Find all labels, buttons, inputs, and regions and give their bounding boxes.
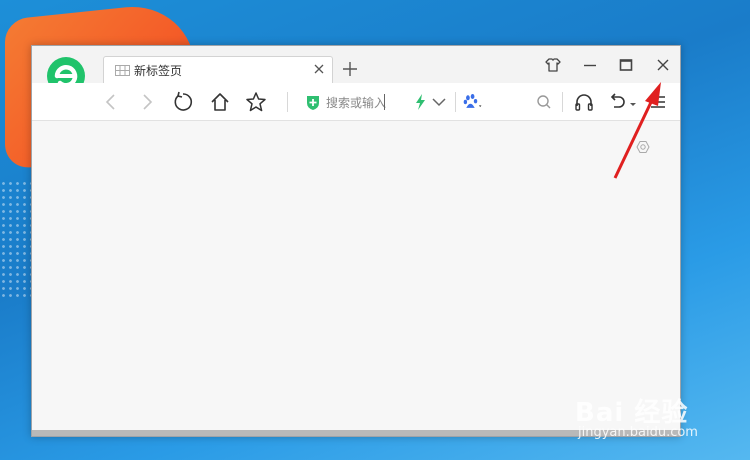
tab-title: 新标签页: [134, 64, 183, 78]
menu-icon[interactable]: [647, 91, 669, 113]
back-icon[interactable]: [100, 91, 122, 113]
undo-icon[interactable]: [607, 91, 629, 113]
text-cursor: [384, 94, 385, 110]
grid-page-icon: [115, 65, 130, 76]
new-tab-button[interactable]: [340, 59, 360, 79]
watermark-brand: Bai 经验: [575, 398, 689, 428]
tab-new-tab[interactable]: 新标签页: [103, 56, 333, 84]
star-icon[interactable]: [245, 91, 267, 113]
watermark-url: jingyan.baidu.com: [578, 425, 698, 440]
toolbar: [32, 83, 680, 121]
skin-tshirt-icon[interactable]: [543, 55, 563, 75]
toolbar-separator: [562, 92, 563, 112]
baidu-jingyan-watermark: Bai 经验 jingyan.baidu.com: [575, 392, 745, 442]
tab-close-icon[interactable]: [312, 62, 326, 76]
new-tab-page: [32, 121, 680, 431]
settings-gear-icon[interactable]: [636, 140, 650, 154]
address-search-input[interactable]: [326, 92, 402, 112]
maximize-icon[interactable]: [616, 55, 636, 75]
toolbar-separator: [287, 92, 288, 112]
refresh-icon[interactable]: [172, 91, 194, 113]
browser-window: 新标签页: [31, 45, 681, 437]
search-icon[interactable]: [533, 91, 555, 113]
close-icon[interactable]: [653, 55, 673, 75]
forward-icon[interactable]: [136, 91, 158, 113]
baidu-paw-icon[interactable]: [462, 91, 484, 113]
home-icon[interactable]: [209, 91, 231, 113]
chevron-down-icon[interactable]: [428, 91, 450, 113]
security-shield-icon: [307, 96, 319, 110]
headphones-icon[interactable]: [573, 91, 595, 113]
minimize-icon[interactable]: [580, 55, 600, 75]
undo-dropdown-icon[interactable]: [628, 91, 638, 113]
title-bar: 新标签页: [32, 46, 680, 99]
toolbar-separator: [455, 92, 456, 112]
